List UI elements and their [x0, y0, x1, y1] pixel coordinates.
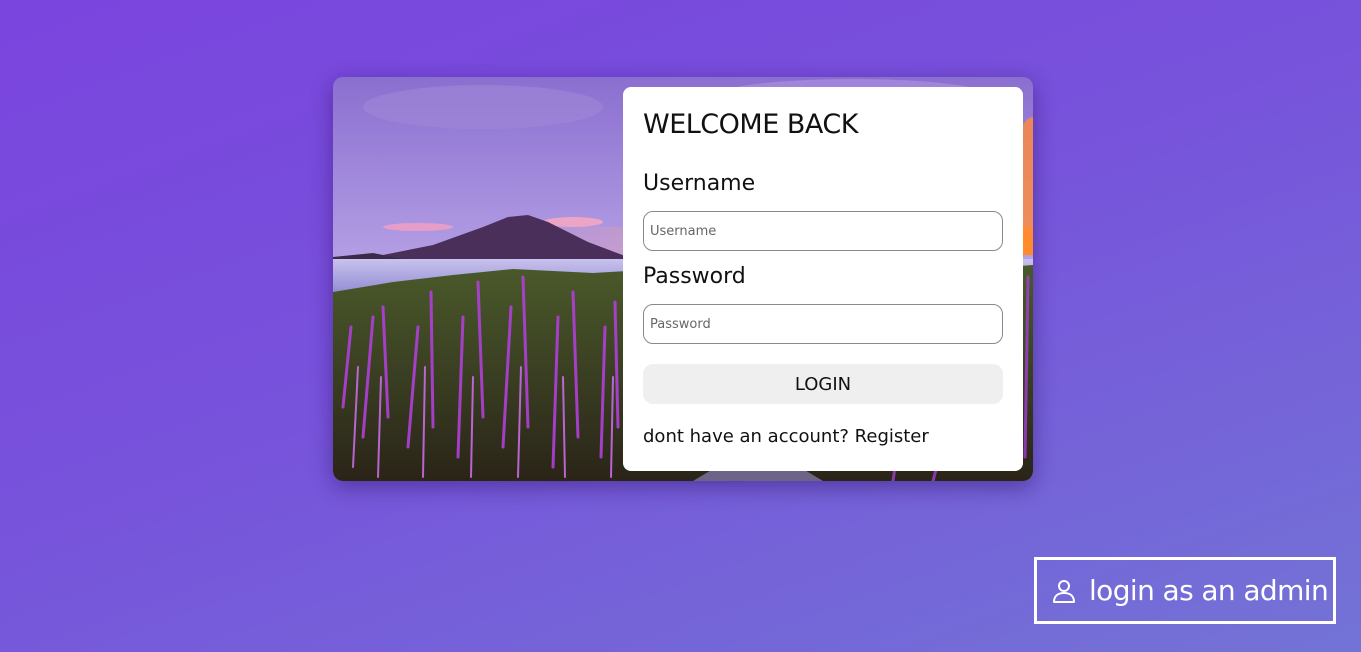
password-label: Password [643, 264, 746, 289]
register-prompt-text: dont have an account? [643, 426, 849, 447]
page-title: WELCOME BACK [643, 109, 858, 140]
login-card: WELCOME BACK Username Password LOGIN don… [333, 77, 1033, 481]
register-prompt: dont have an account? Register [643, 426, 929, 447]
login-button[interactable]: LOGIN [643, 364, 1003, 404]
register-link[interactable]: Register [855, 426, 929, 447]
username-label: Username [643, 171, 756, 196]
user-icon [1050, 577, 1078, 605]
username-input[interactable] [643, 211, 1003, 251]
login-panel: WELCOME BACK Username Password LOGIN don… [623, 87, 1023, 471]
admin-login-button[interactable]: login as an admin [1034, 557, 1336, 624]
password-input[interactable] [643, 304, 1003, 344]
admin-login-label: login as an admin [1089, 574, 1329, 607]
